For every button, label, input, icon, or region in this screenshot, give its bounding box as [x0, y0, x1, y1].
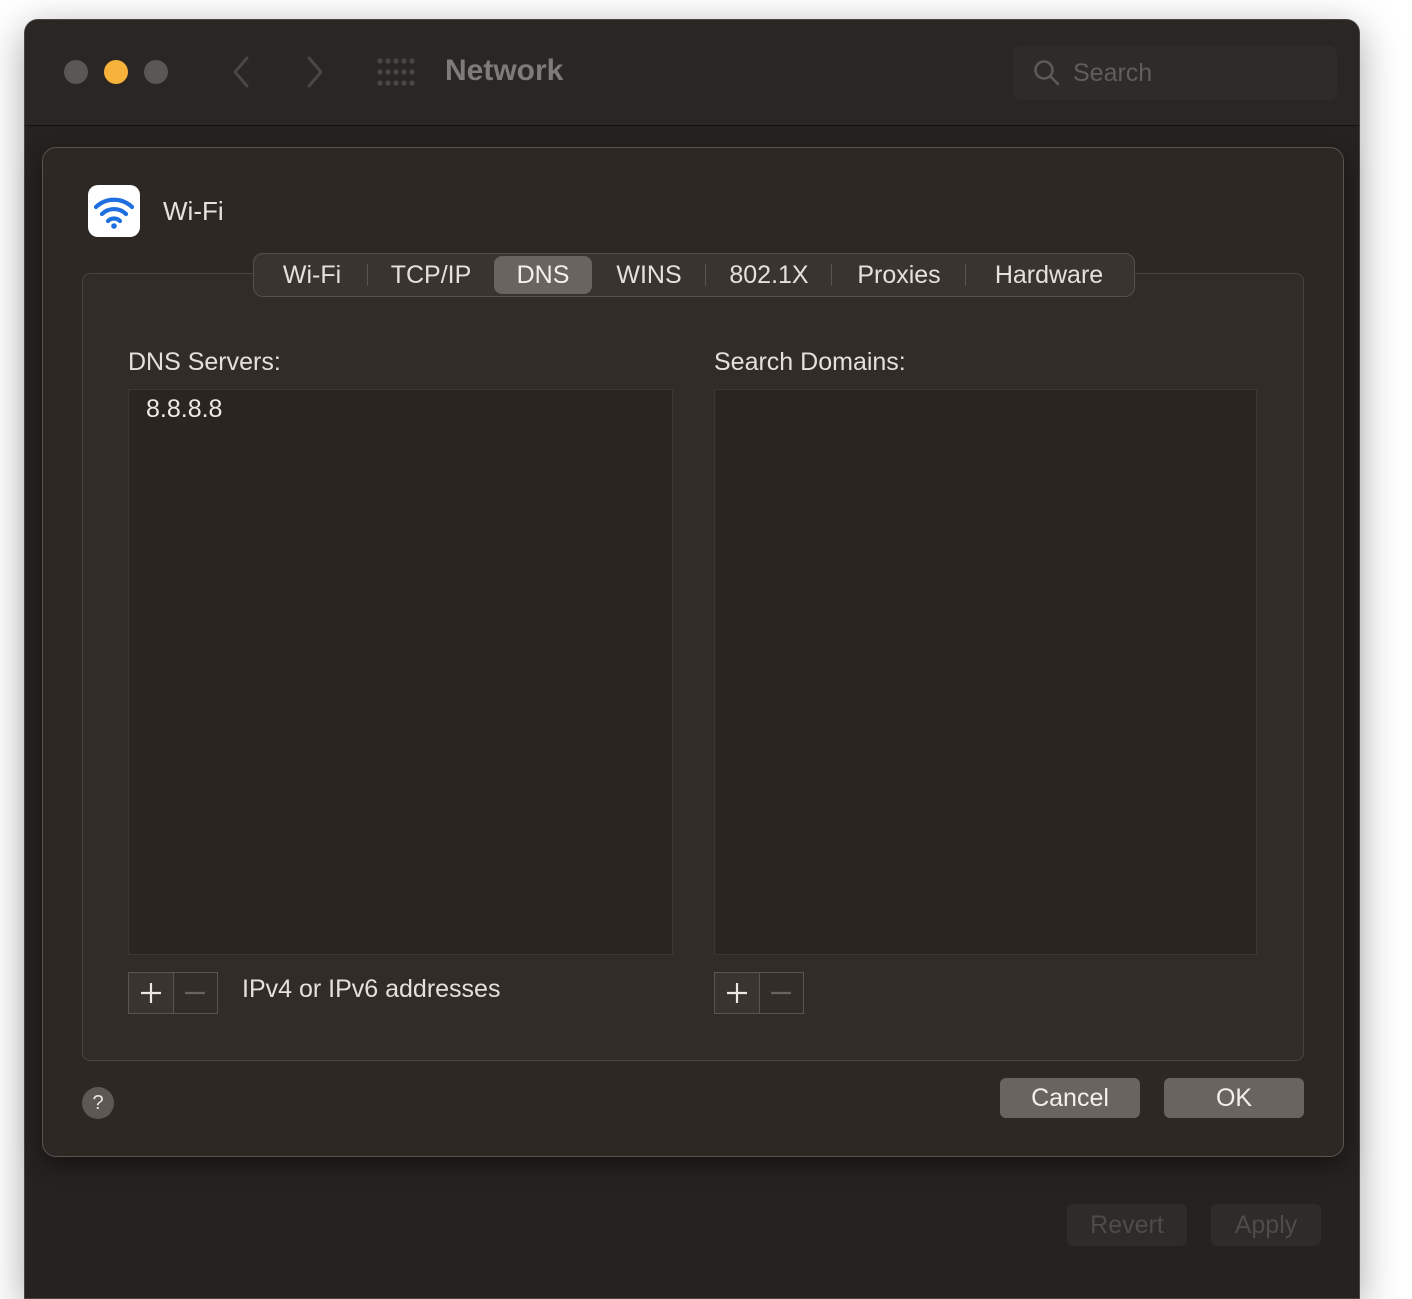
chevron-left-icon	[233, 56, 249, 88]
advanced-settings-sheet: Wi-Fi Wi-Fi TCP/IP DNS WINS 802.1X Proxi…	[42, 147, 1344, 1157]
tab-wins[interactable]: WINS	[592, 256, 706, 294]
wifi-service-icon	[88, 185, 140, 237]
tab-hardware[interactable]: Hardware	[966, 256, 1132, 294]
search-icon	[1034, 60, 1060, 86]
add-search-domain-button[interactable]	[715, 973, 759, 1013]
forward-button[interactable]	[295, 52, 335, 92]
search-input[interactable]	[1073, 54, 1323, 92]
remove-search-domain-button[interactable]	[758, 973, 803, 1013]
minimize-window-button[interactable]	[104, 60, 128, 84]
dns-add-remove-control	[128, 972, 218, 1014]
dns-hint-text: IPv4 or IPv6 addresses	[242, 975, 501, 1003]
chevron-right-icon	[307, 56, 323, 88]
cancel-button[interactable]: Cancel	[1000, 1078, 1140, 1118]
ok-button[interactable]: OK	[1164, 1078, 1304, 1118]
search-domains-add-remove-control	[714, 972, 804, 1014]
window-title: Network	[445, 54, 564, 87]
show-all-grid-icon[interactable]	[377, 58, 415, 86]
service-name: Wi-Fi	[163, 196, 224, 226]
back-button[interactable]	[221, 52, 261, 92]
tab-wifi[interactable]: Wi-Fi	[256, 256, 368, 294]
tab-bar: Wi-Fi TCP/IP DNS WINS 802.1X Proxies Har…	[253, 253, 1135, 297]
plus-icon	[726, 983, 747, 1003]
plus-icon	[140, 983, 161, 1003]
tab-dns[interactable]: DNS	[494, 256, 592, 294]
tab-proxies[interactable]: Proxies	[832, 256, 966, 294]
remove-dns-server-button[interactable]	[172, 973, 217, 1013]
search-field[interactable]	[1013, 46, 1337, 100]
search-domains-label: Search Domains:	[714, 348, 906, 376]
revert-button[interactable]: Revert	[1067, 1204, 1187, 1246]
apply-button[interactable]: Apply	[1211, 1204, 1321, 1246]
tab-8021x[interactable]: 802.1X	[706, 256, 832, 294]
tab-tcpip[interactable]: TCP/IP	[368, 256, 494, 294]
minus-icon	[771, 991, 792, 995]
zoom-window-button[interactable]	[144, 60, 168, 84]
dns-servers-label: DNS Servers:	[128, 348, 281, 376]
list-item[interactable]: 8.8.8.8	[146, 395, 222, 424]
help-button[interactable]: ?	[82, 1087, 114, 1119]
close-window-button[interactable]	[64, 60, 88, 84]
add-dns-server-button[interactable]	[129, 973, 173, 1013]
dns-servers-list[interactable]: 8.8.8.8	[128, 389, 673, 955]
title-bar: Network	[25, 20, 1359, 126]
search-domains-list[interactable]	[714, 389, 1257, 955]
minus-icon	[185, 991, 206, 995]
